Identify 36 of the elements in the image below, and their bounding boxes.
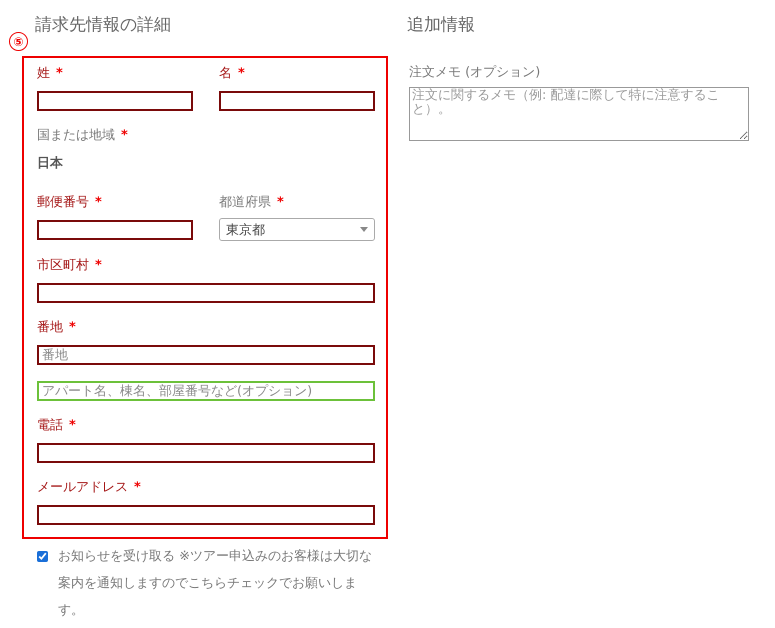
order-notes-field[interactable]: 注文に関するメモ（例: 配達に際して特に注意すること）。 <box>409 87 749 141</box>
field-label: 市区町村 <box>37 258 89 273</box>
field-label: 番地 <box>37 320 63 335</box>
required-mark: * <box>69 418 76 433</box>
caret-icon <box>360 227 368 232</box>
section-heading: 請求先情報の詳細 <box>35 14 172 37</box>
newsletter-checkbox[interactable] <box>37 551 48 562</box>
required-mark: * <box>277 195 284 210</box>
required-mark: * <box>95 195 102 210</box>
field-label: 国または地域 <box>37 128 115 143</box>
input-field[interactable]: アパート名、棟名、部屋番号など(オプション) <box>37 381 375 401</box>
field-label: 名 <box>219 66 232 81</box>
newsletter-label: お知らせを受け取る ※ツアー申込みのお客様は大切な案内を通知しますのでこちらチェックでお願いします。 <box>58 548 374 620</box>
input-field[interactable]: 番地 <box>37 345 375 365</box>
required-mark: * <box>56 66 63 81</box>
prefecture-select[interactable]: 東京都 <box>219 218 375 241</box>
field-label: 姓 <box>37 66 50 81</box>
step-number: ⑤ <box>9 32 28 51</box>
input-field[interactable] <box>37 283 375 303</box>
field-label: 電話 <box>37 418 63 433</box>
required-mark: * <box>95 258 102 273</box>
field-label: 郵便番号 <box>37 195 89 210</box>
input-field[interactable] <box>219 91 375 111</box>
input-field[interactable] <box>37 91 193 111</box>
field-label: 都道府県 <box>219 195 271 210</box>
input-field[interactable] <box>37 220 193 240</box>
required-mark: * <box>69 320 76 335</box>
field-label: 注文メモ (オプション) <box>409 65 540 80</box>
field-label: メールアドレス <box>37 480 128 495</box>
required-mark: * <box>121 128 128 143</box>
section-heading: 追加情報 <box>407 14 476 37</box>
input-field[interactable] <box>37 505 375 525</box>
required-mark: * <box>134 480 141 495</box>
country-value: 日本 <box>37 155 64 173</box>
required-mark: * <box>238 66 245 81</box>
input-field[interactable] <box>37 443 375 463</box>
